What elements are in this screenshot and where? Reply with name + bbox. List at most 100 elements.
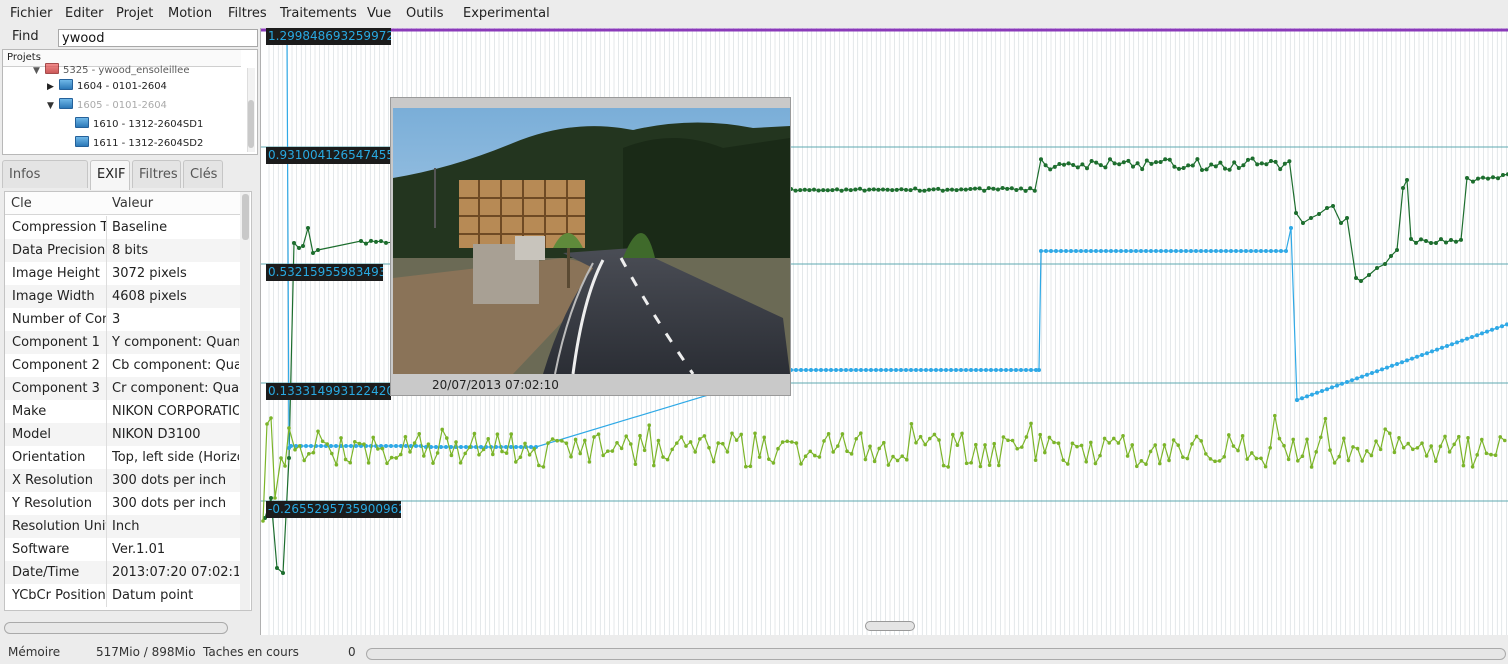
light-green-series-point [1056,441,1061,446]
tree-item[interactable]: 1611 - 1312-2604SD2 [75,136,203,152]
menu-editer[interactable]: Editer [65,6,104,21]
collapse-arrow-icon[interactable]: ▼ [47,98,59,114]
exif-row[interactable]: Resolution Unit Inch [5,515,241,538]
menu-outils[interactable]: Outils [406,6,444,21]
purple-point [998,28,1001,32]
collapse-arrow-icon[interactable]: ▼ [33,63,45,79]
find-input[interactable] [58,29,258,47]
exif-row[interactable]: Component 1 Y component: Quantization [5,331,241,354]
dark-green-series-point [1204,167,1209,172]
light-green-series-point [932,432,937,437]
tree-item[interactable]: ▼ 1605 - 0101-2604 [47,98,167,114]
blue-series-point [1069,249,1073,253]
exif-row[interactable]: Make NIKON CORPORATION [5,400,241,423]
exif-row[interactable]: X Resolution 300 dots per inch [5,469,241,492]
purple-point [1366,28,1369,32]
menu-vue[interactable]: Vue [367,6,391,21]
menu-filtres[interactable]: Filtres [228,6,267,21]
tab-cles[interactable]: Clés [183,160,223,188]
light-green-series-point [1314,450,1318,454]
dark-green-series-point [798,188,803,193]
exif-scrollbar[interactable] [240,192,250,610]
purple-point [653,28,656,32]
expand-arrow-icon[interactable]: ▶ [47,79,59,95]
exif-row[interactable]: Y Resolution 300 dots per inch [5,492,241,515]
exif-row[interactable]: Image Height 3072 pixels [5,262,241,285]
dark-green-series-point [369,238,373,243]
exif-scroll-thumb[interactable] [242,194,249,240]
tree-scroll-thumb[interactable] [248,100,254,148]
exif-key: Y Resolution [12,496,92,511]
column-divider [106,538,107,561]
exif-row[interactable]: Model NIKON D3100 [5,423,241,446]
exif-key: Component 2 [12,358,100,373]
tab-filtres[interactable]: Filtres [132,160,181,188]
blue-series-point [884,368,888,372]
blue-series-point [934,368,938,372]
dark-green-series-point [1246,157,1250,162]
blue-series-point [304,444,308,448]
menu-traitements[interactable]: Traitements [280,6,357,21]
light-green-series-point [978,464,983,469]
exif-table[interactable]: Cle Valeur Compression Type Baseline Data … [4,191,252,611]
purple-point [942,28,946,32]
menu-experimental[interactable]: Experimental [463,6,550,21]
dark-green-series-point [821,188,826,193]
exif-row[interactable]: Date/Time 2013:07:20 07:02:11 [5,561,241,584]
exif-row[interactable]: Component 2 Cb component: Quantization [5,354,241,377]
purple-point [1237,28,1240,32]
menu-fichier[interactable]: Fichier [10,6,53,21]
light-green-series-point [688,440,693,444]
light-green-series-point [440,427,444,432]
tree-item[interactable]: ▶ 1604 - 0101-2604 [47,79,167,95]
menu-projet[interactable]: Projet [116,6,153,21]
purple-point [455,28,458,32]
blue-series-point [1289,226,1293,230]
project-tree[interactable]: Projets ▼ 5325 - ywood_ensoleillee ▶ 1604 … [2,49,258,155]
exif-row[interactable]: Component 3 Cr component: Quantization [5,377,241,400]
exif-row[interactable]: Data Precision 8 bits [5,239,241,262]
blue-series-point [1380,367,1384,372]
purple-point [1214,28,1217,32]
blue-series-point [809,368,813,372]
blue-series-point [1164,249,1168,253]
col-value-header[interactable]: Valeur [112,196,153,211]
dark-green-series-point [945,187,950,192]
exif-row[interactable]: Image Width 4608 pixels [5,285,241,308]
exif-row[interactable]: Orientation Top, left side (Horizontal) [5,446,241,469]
tab-infos-image[interactable]: Infos Image [2,160,88,210]
purple-point [1453,28,1457,32]
tab-exif[interactable]: EXIF [90,160,130,190]
light-green-series-point [302,458,306,463]
purple-point [1402,28,1406,32]
light-green-series-point [1190,442,1194,446]
tree-item[interactable]: 1610 - 1312-2604SD1 [75,117,203,133]
purple-point [754,28,757,32]
light-green-series-point [638,433,642,438]
exif-row[interactable]: Software Ver.1.01 [5,538,241,561]
blue-series-point [864,368,868,372]
light-green-series-point [1411,447,1415,452]
light-green-series-point [1217,459,1222,463]
left-panel-hscrollbar[interactable] [4,622,228,634]
light-green-series-point [656,438,661,443]
purple-point [887,28,891,32]
light-green-series-point [273,496,277,500]
dark-green-series-point [1032,188,1037,193]
menu-motion[interactable]: Motion [168,6,212,21]
tree-item[interactable]: ▼ 5325 - ywood_ensoleillee [33,63,189,79]
exif-row[interactable]: Number of Components 3 [5,308,241,331]
col-key-header[interactable]: Cle [11,196,32,211]
purple-point [938,28,941,32]
light-green-series-point [1043,450,1047,455]
purple-point [1103,28,1107,32]
dark-green-series-point [1167,157,1172,162]
chart-scroll-thumb[interactable] [865,621,915,631]
light-green-series-point [900,454,904,458]
light-green-series-point [1493,453,1498,458]
exif-row[interactable]: Compression Type Baseline [5,216,241,239]
purple-point [837,28,840,32]
blue-series-point [329,444,333,448]
exif-row[interactable]: YCbCr Positioning Datum point [5,584,241,607]
blue-series-point [1485,329,1489,334]
